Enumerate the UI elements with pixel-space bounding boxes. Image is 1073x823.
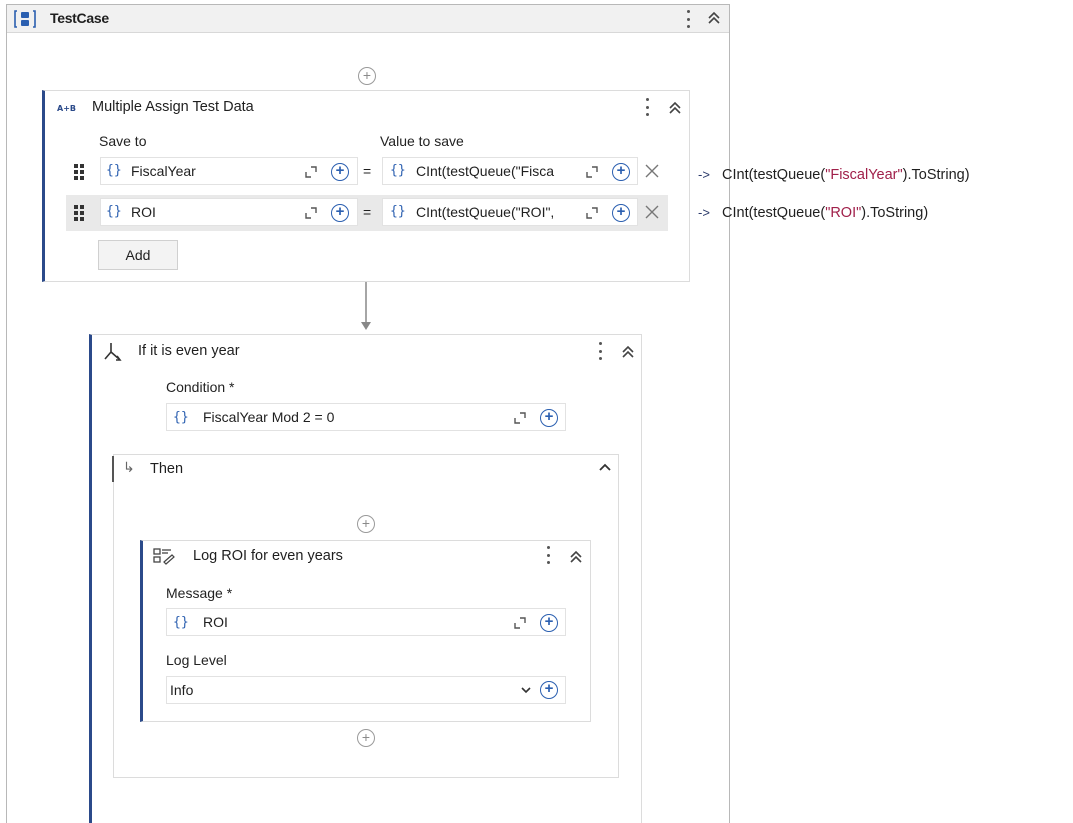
annotation-string: "FiscalYear": [825, 167, 903, 183]
condition-value: FiscalYear Mod 2 = 0: [203, 409, 335, 425]
annotation-text: CInt(testQueue(: [722, 167, 826, 183]
value-to-save-label: Value to save: [380, 133, 464, 149]
save-to-label: Save to: [99, 133, 147, 149]
if-title: If it is even year: [138, 343, 240, 359]
expand-editor-icon[interactable]: [513, 616, 527, 630]
log-level-label: Log Level: [166, 652, 227, 668]
expression-icon: {}: [106, 163, 122, 178]
add-variable-button[interactable]: +: [540, 681, 558, 699]
add-variable-button[interactable]: +: [540, 409, 558, 427]
branch-arrow-icon: ↳: [123, 459, 135, 475]
then-marker: [112, 456, 114, 482]
add-variable-button[interactable]: +: [612, 163, 630, 181]
add-variable-button[interactable]: +: [540, 614, 558, 632]
collapse-icon[interactable]: [707, 11, 721, 25]
expression-icon: {}: [390, 204, 406, 219]
testcase-header[interactable]: [7, 5, 729, 33]
workflow-title: TestCase: [50, 10, 109, 26]
drag-handle-icon[interactable]: [74, 205, 84, 221]
log-title: Log ROI for even years: [193, 548, 343, 564]
log-level-value: Info: [170, 682, 194, 698]
message-value: ROI: [203, 614, 228, 630]
add-variable-button[interactable]: +: [612, 204, 630, 222]
if-branch-icon: [104, 343, 122, 361]
collapse-icon[interactable]: [569, 550, 583, 564]
more-options-icon[interactable]: [685, 10, 691, 28]
assign-icon: A+B: [57, 104, 76, 113]
connector-arrow: [361, 282, 371, 330]
add-activity-button[interactable]: +: [357, 515, 375, 533]
save-to-value: FiscalYear: [131, 163, 196, 179]
chevron-down-icon[interactable]: [520, 686, 532, 694]
add-activity-button[interactable]: +: [358, 67, 376, 85]
equals-sign: =: [363, 163, 372, 179]
collapse-icon[interactable]: [621, 345, 635, 359]
chevron-up-icon[interactable]: [598, 462, 612, 472]
expand-editor-icon[interactable]: [304, 165, 318, 179]
arrow-marker: ->: [698, 167, 710, 182]
expand-editor-icon[interactable]: [585, 165, 599, 179]
annotation-text: ).ToString): [861, 205, 929, 221]
drag-handle-icon[interactable]: [74, 164, 84, 180]
add-row-button[interactable]: Add: [98, 240, 178, 270]
arrow-marker: ->: [698, 205, 710, 220]
annotation-text: CInt(testQueue(: [722, 205, 826, 221]
more-options-icon[interactable]: [644, 98, 650, 116]
annotation-row-1: -> CInt(testQueue("FiscalYear").ToString…: [698, 167, 970, 183]
assign-title: Multiple Assign Test Data: [92, 99, 254, 115]
svg-text:A+B: A+B: [57, 104, 76, 113]
add-variable-button[interactable]: +: [331, 163, 349, 181]
message-label: Message *: [166, 585, 233, 601]
log-message-icon: [153, 548, 175, 565]
then-label: Then: [150, 461, 184, 477]
expression-icon: {}: [390, 163, 406, 178]
annotation-text: ).ToString): [902, 167, 970, 183]
expression-icon: {}: [173, 615, 189, 630]
sequence-icon: [14, 10, 36, 28]
value-expression: CInt(testQueue("Fisca: [416, 163, 555, 179]
save-to-value: ROI: [131, 204, 156, 220]
annotation-row-2: -> CInt(testQueue("ROI").ToString): [698, 205, 928, 221]
annotation-string: "ROI": [825, 205, 862, 221]
condition-label: Condition *: [166, 379, 235, 395]
more-options-icon[interactable]: [597, 342, 603, 360]
equals-sign: =: [363, 204, 372, 220]
log-level-select[interactable]: [166, 676, 566, 704]
expression-icon: {}: [106, 204, 122, 219]
expand-editor-icon[interactable]: [513, 411, 527, 425]
delete-row-icon[interactable]: [644, 204, 660, 220]
value-expression: CInt(testQueue("ROI",: [416, 204, 555, 220]
expand-editor-icon[interactable]: [304, 206, 318, 220]
add-variable-button[interactable]: +: [331, 204, 349, 222]
add-activity-button[interactable]: +: [357, 729, 375, 747]
more-options-icon[interactable]: [545, 546, 551, 564]
expand-editor-icon[interactable]: [585, 206, 599, 220]
expression-icon: {}: [173, 410, 189, 425]
delete-row-icon[interactable]: [644, 163, 660, 179]
collapse-icon[interactable]: [668, 101, 682, 115]
